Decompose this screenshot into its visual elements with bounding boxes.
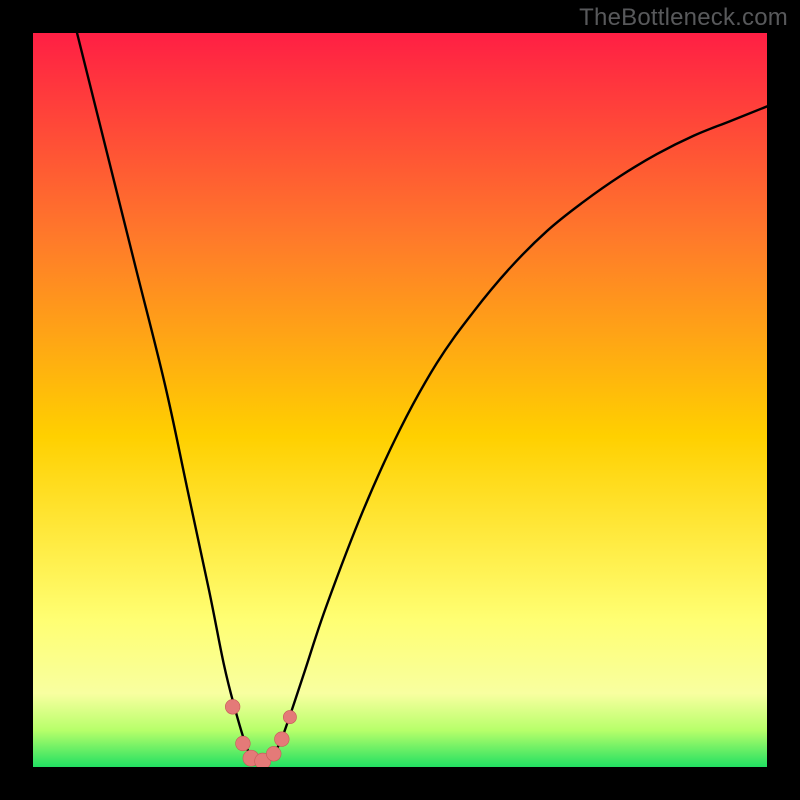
- chart-frame: TheBottleneck.com: [0, 0, 800, 800]
- marker-dot: [225, 699, 240, 714]
- marker-dot: [274, 732, 289, 747]
- marker-dot: [236, 736, 251, 751]
- watermark-text: TheBottleneck.com: [579, 4, 788, 32]
- gradient-background: [33, 33, 767, 767]
- marker-dot: [283, 710, 296, 723]
- marker-dot: [266, 746, 281, 761]
- plot-area: [33, 33, 767, 767]
- chart-svg: [33, 33, 767, 767]
